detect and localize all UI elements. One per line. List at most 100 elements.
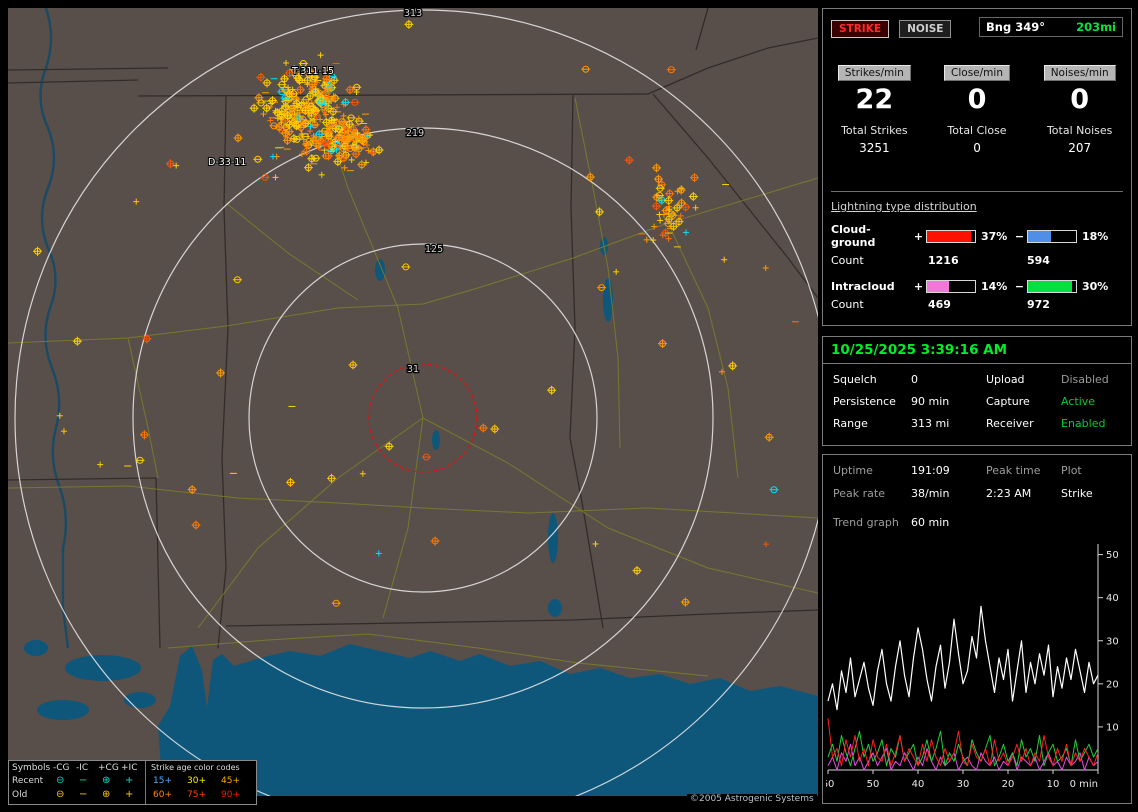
noises-per-min-button[interactable]: Noises/min	[1043, 65, 1116, 81]
noises-per-min-column: Noises/min 0 Total Noises 207	[1028, 61, 1131, 155]
noise-mode-button[interactable]: NOISE	[899, 20, 952, 38]
plus-sign: +	[913, 229, 924, 243]
cloud-ground-counts: Count 1216 594	[831, 254, 1123, 267]
peak-rate-value: 38/min	[911, 487, 950, 500]
close-per-min-button[interactable]: Close/min	[944, 65, 1010, 81]
trend-line-strikes_per_min	[827, 605, 1099, 711]
total-strikes-label: Total Strikes	[841, 124, 908, 137]
recent-pcg-icon: ⊕	[102, 775, 111, 786]
range-label-31: 31	[407, 364, 419, 375]
trend-x-label: 50	[867, 779, 880, 790]
plus-sign: +	[913, 280, 924, 293]
cg-minus-percent: 18%	[1082, 229, 1109, 243]
cg-plus-percent: 37%	[981, 229, 1008, 243]
legend-panel: Symbols -CG -IC +CG +IC Recent ⊖ − ⊕ + O…	[8, 760, 257, 805]
rate-counters: Strikes/min 22 Total Strikes 3251 Close/…	[823, 61, 1131, 155]
trend-x-label: 20	[1002, 779, 1015, 790]
uptime-label: Uptime	[833, 464, 873, 477]
trend-y-label: 40	[1106, 593, 1119, 604]
range-value: 313 mi	[911, 417, 950, 430]
age-codes-title: Strike age color codes	[151, 763, 240, 772]
trend-x-label: 0 min	[1070, 779, 1098, 790]
range-label-313: 313	[404, 8, 422, 19]
rates-box: STRIKE NOISE Bng 349° 203mi Strikes/min …	[822, 8, 1132, 326]
close-per-min-column: Close/min 0 Total Close 0	[926, 61, 1029, 155]
trend-graph-canvas: 50 40 30 20 10 60 50 40 30 20 10 0 min	[822, 544, 1119, 790]
upload-label: Upload	[986, 373, 1025, 386]
ic-minus-bar	[1027, 280, 1077, 293]
bearing-readout: Bng 349° 203mi	[979, 17, 1123, 37]
storm-track-label: D-33-11	[208, 157, 246, 168]
nexstorm-window: { "window": { "copyright": "©2005 Astrog…	[0, 0, 1138, 812]
ic-minus-count: 972	[1027, 298, 1050, 311]
minus-sign: −	[1014, 280, 1025, 293]
trend-x-label: 60	[826, 779, 834, 790]
ic-plus-count: 469	[928, 298, 951, 311]
strikes-per-min-column: Strikes/min 22 Total Strikes 3251	[823, 61, 926, 155]
close-per-min-value: 0	[967, 84, 987, 115]
plot-type-value: Strike	[1061, 487, 1093, 500]
peak-rate-label: Peak rate	[833, 487, 885, 500]
trend-x-label: 10	[1047, 779, 1060, 790]
ic-plus-percent: 14%	[981, 280, 1008, 293]
legend-col-nic: -IC	[76, 763, 89, 773]
trend-y-label: 20	[1106, 679, 1119, 690]
trend-box: Uptime 191:09 Peak time Plot Peak rate 3…	[822, 454, 1132, 804]
old-ncg-icon: ⊖	[56, 789, 65, 800]
lightning-distribution: Lightning type distribution Cloud-ground…	[831, 191, 1123, 311]
recent-ncg-icon: ⊖	[56, 775, 65, 786]
storm-track-label: T-311-15	[291, 66, 334, 77]
legend-col-pic: +IC	[121, 763, 138, 773]
intracloud-row: Intracloud + 14% − 30%	[831, 280, 1123, 293]
bearing-value: Bng 349°	[986, 20, 1045, 34]
trend-line-cg_strike_rate	[827, 718, 1099, 767]
trend-x-label: 30	[957, 779, 970, 790]
peak-time-label: Peak time	[986, 464, 1041, 477]
intracloud-counts: Count 469 972	[831, 298, 1123, 311]
bearing-distance: 203mi	[1076, 20, 1116, 34]
plot-label: Plot	[1061, 464, 1082, 477]
strike-mode-button[interactable]: STRIKE	[831, 20, 890, 38]
cloud-ground-row: Cloud-ground + 37% − 18%	[831, 223, 1123, 249]
peak-time-value: 2:23 AM	[986, 487, 1032, 500]
status-box: 10/25/2025 3:39:16 AM Squelch 0 Upload D…	[822, 336, 1132, 446]
legend-col-ncg: -CG	[53, 763, 70, 773]
intracloud-label: Intracloud	[831, 280, 895, 293]
legend-old-label: Old	[12, 790, 28, 800]
distribution-title: Lightning type distribution	[831, 200, 977, 213]
legend-recent-label: Recent	[12, 776, 44, 786]
total-noises-value: 207	[1068, 141, 1092, 155]
ic-minus-bar-fill	[1028, 281, 1073, 292]
age-15: 15+	[153, 776, 172, 786]
capture-status: Active	[1061, 395, 1096, 408]
status-row: Squelch 0 Upload Disabled	[823, 373, 1131, 386]
cg-minus-bar	[1027, 229, 1077, 243]
total-close-label: Total Close	[947, 124, 1007, 137]
count-label: Count	[831, 298, 864, 311]
noises-per-min-value: 0	[1070, 84, 1090, 115]
total-close-value: 0	[973, 141, 981, 155]
recent-nic-icon: −	[79, 775, 88, 786]
minus-sign: −	[1014, 229, 1025, 243]
recent-pic-icon: +	[125, 775, 134, 786]
upload-status: Disabled	[1061, 373, 1109, 386]
cg-plus-count: 1216	[928, 254, 959, 267]
age-60: 60+	[153, 790, 172, 800]
strikes-per-min-button[interactable]: Strikes/min	[837, 65, 911, 81]
range-label: Range	[833, 417, 868, 430]
stats-row: Trend graph 60 min	[823, 516, 1131, 529]
count-label: Count	[831, 254, 864, 267]
map-canvas: 313 219 125 31 T-311-15 D-33-11	[8, 8, 818, 796]
side-panel: STRIKE NOISE Bng 349° 203mi Strikes/min …	[822, 0, 1138, 812]
lightning-map[interactable]: 313 219 125 31 T-311-15 D-33-11	[8, 8, 818, 796]
legend-col-pcg: +CG	[98, 763, 119, 773]
datetime-display: 10/25/2025 3:39:16 AM	[823, 337, 1131, 364]
range-label-125: 125	[425, 244, 443, 255]
old-pic-icon: +	[125, 789, 134, 800]
persistence-value: 90 min	[911, 395, 950, 408]
ic-minus-percent: 30%	[1082, 280, 1109, 293]
age-75: 75+	[187, 790, 206, 800]
range-label-219: 219	[406, 128, 424, 139]
old-pcg-icon: ⊕	[102, 789, 111, 800]
copyright-text: ©2005 Astrogenic Systems	[687, 794, 817, 804]
